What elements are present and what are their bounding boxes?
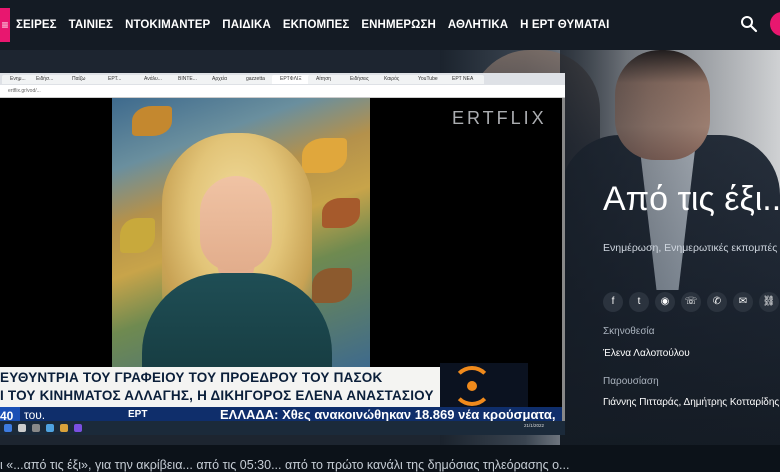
browser-tab[interactable]: ΕΡΤ ΝΕΑ [444,75,484,84]
nav-item-shows[interactable]: ΕΚΠΟΜΠΕΣ [283,19,349,31]
nav-item-movies[interactable]: ΤΑΙΝΙΕΣ [69,19,113,31]
whatsapp-icon[interactable]: ✆ [707,292,727,312]
lower-third-caption: ΕΥΘΥΝΤΡΙΑ ΤΟΥ ΓΡΑΦΕΙΟΥ ΤΟΥ ΠΡΟΕΔΡΟΥ ΤΟΥ … [0,367,440,407]
main-nav: ΣΕΙΡΕΣ ΤΑΙΝΙΕΣ ΝΤΟΚΙΜΑΝΤΕΡ ΠΑΙΔΙΚΑ ΕΚΠΟΜ… [16,0,609,50]
facebook-icon[interactable]: f [603,292,623,312]
avatar[interactable] [770,12,780,36]
share-buttons: f t ◉ ☏ ✆ ✉ ⛓ [603,292,779,312]
autumn-leaf [120,218,155,253]
ticker-left-text: του. [24,408,46,422]
top-navbar: ≡ ΣΕΙΡΕΣ ΤΑΙΝΙΕΣ ΝΤΟΚΙΜΑΝΤΕΡ ΠΑΙΔΙΚΑ ΕΚΠ… [0,0,780,50]
nav-item-archive[interactable]: Η ΕΡΤ ΘΥΜΑΤΑΙ [520,19,609,31]
autumn-leaf [312,268,352,303]
url-text: ertflix.gr/vod/... [8,88,41,94]
embedded-screenshot: Ενημ... Ειδήσ... Παίζω ΕΡΤ... Ανάλυ... Β… [0,73,565,435]
video-frame[interactable]: ERTFLIX ΕΥΘΥΝΤΡΙΑ ΤΟΥ ΓΡΑΦΕΙΟΥ ΤΟΥ ΠΡΟΕΔ… [0,98,565,425]
caption-line-1: ΕΥΘΥΝΤΡΙΑ ΤΟΥ ΓΡΑΦΕΙΟΥ ΤΟΥ ΠΡΟΕΔΡΟΥ ΤΟΥ … [0,370,383,385]
os-taskbar: 21/1/2022 [0,421,565,435]
autumn-leaf [132,106,172,136]
direction-value: Έλενα Λαλοπούλου [603,348,690,359]
autumn-leaf [302,138,347,173]
folder-icon[interactable] [60,424,68,432]
ticker-channel: ΕΡΤ [128,409,148,420]
scrollbar[interactable] [562,98,565,421]
presenters-value: Γιάννης Πιτταράς, Δημήτρης Κοτταρίδης [603,397,780,408]
portrait-image [112,98,370,368]
edge-icon[interactable] [46,424,54,432]
ertflix-watermark: ERTFLIX [452,108,547,128]
search-icon[interactable] [740,15,758,33]
link-icon[interactable]: ⛓ [759,292,779,312]
caption-line-2: Ι ΤΟΥ ΚΙΝΗΜΑΤΟΣ ΑΛΛΑΓΗΣ, Η ΔΙΚΗΓΟΡΟΣ ΕΛΕ… [0,388,434,403]
nav-item-series[interactable]: ΣΕΙΡΕΣ [16,19,57,31]
autumn-leaf [322,198,360,228]
browser-tabbar: Ενημ... Ειδήσ... Παίζω ΕΡΤ... Ανάλυ... Β… [0,73,565,85]
viber-icon[interactable]: ☏ [681,292,701,312]
taskview-icon[interactable] [32,424,40,432]
direction-label: Σκηνοθεσία [603,326,655,337]
twitter-icon[interactable]: t [629,292,649,312]
app-icon[interactable] [74,424,82,432]
messenger-icon[interactable]: ◉ [655,292,675,312]
show-title: Από τις έξι... [603,180,780,218]
nav-item-sports[interactable]: ΑΘΛΗΤΙΚΑ [448,19,508,31]
woman-face [200,176,272,271]
ert-logo-dot [467,381,477,391]
show-genres: Ενημέρωση, Ενημερωτικές εκπομπές [603,242,778,254]
ticker-headline: ΕΛΛΑΔΑ: Χθες ανακοινώθηκαν 18.869 νέα κρ… [220,407,556,422]
menu-icon[interactable]: ≡ [0,8,10,42]
start-icon[interactable] [4,424,12,432]
nav-item-news[interactable]: ΕΝΗΜΕΡΩΣΗ [361,19,436,31]
email-icon[interactable]: ✉ [733,292,753,312]
nav-item-documentaries[interactable]: ΝΤΟΚΙΜΑΝΤΕΡ [125,19,210,31]
nav-item-kids[interactable]: ΠΑΙΔΙΚΑ [222,19,271,31]
search-taskbar-icon[interactable] [18,424,26,432]
address-bar[interactable]: ertflix.gr/vod/... [0,85,565,98]
presenters-label: Παρουσίαση [603,376,659,387]
taskbar-clock: 21/1/2022 [524,423,545,428]
